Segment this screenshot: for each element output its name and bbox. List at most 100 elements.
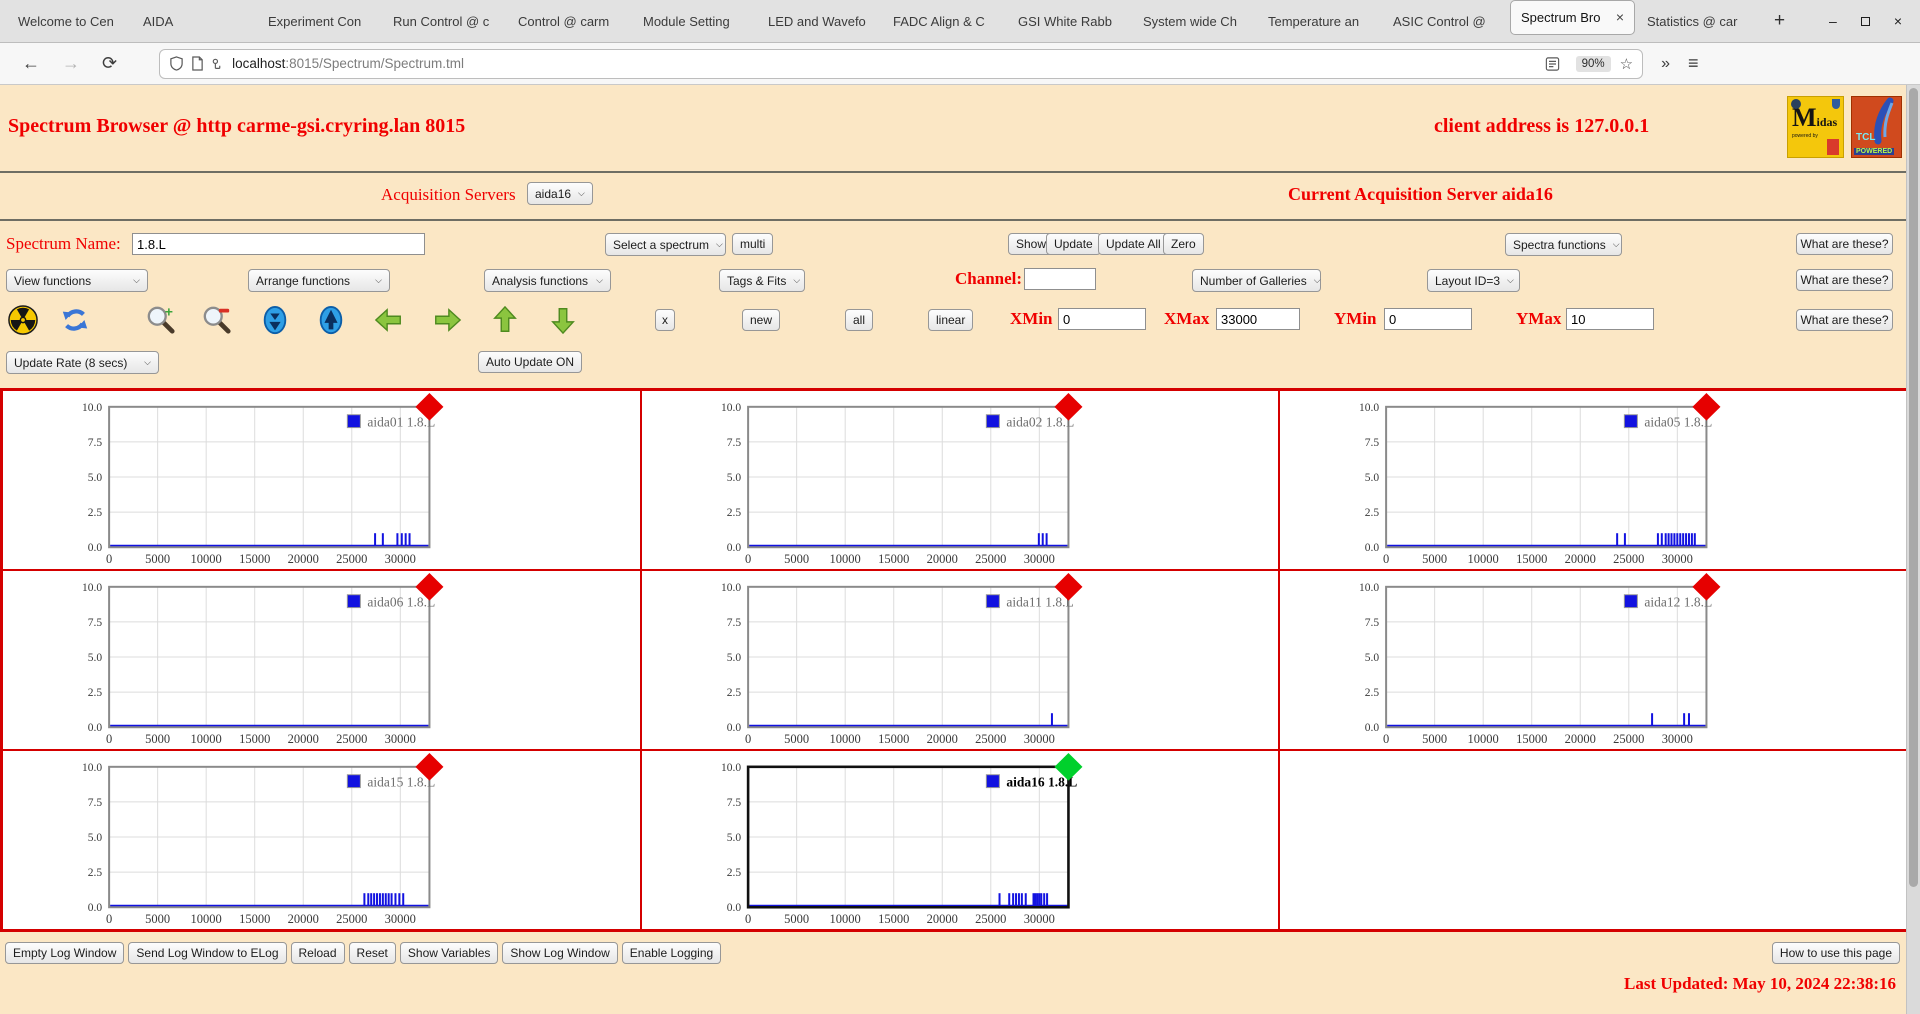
select-spectrum-dropdown[interactable]: Select a spectrum ⌵ bbox=[605, 233, 726, 256]
url-bar[interactable]: localhost:8015/Spectrum/Spectrum.tml 90%… bbox=[159, 48, 1644, 79]
what-are-these-button-1[interactable]: What are these? bbox=[1796, 233, 1893, 255]
zoom-out-icon[interactable] bbox=[202, 305, 232, 335]
browser-tab-12[interactable]: ASIC Control @ bbox=[1383, 0, 1508, 43]
legend-marker bbox=[985, 774, 1000, 789]
acquisition-server-select[interactable]: aida16 ⌵ bbox=[527, 182, 593, 205]
overflow-menu-icon[interactable]: » bbox=[1661, 55, 1670, 73]
svg-text:0: 0 bbox=[745, 732, 751, 746]
footer-button-enable-logging[interactable]: Enable Logging bbox=[621, 942, 722, 964]
tab-label: GSI White Rabb bbox=[1018, 13, 1112, 29]
browser-tab-10[interactable]: System wide Ch bbox=[1133, 0, 1258, 43]
new-tab-button[interactable]: + bbox=[1762, 10, 1797, 32]
xmin-input[interactable] bbox=[1058, 308, 1146, 330]
number-of-galleries-dropdown[interactable]: Number of Galleries ⌵ bbox=[1192, 269, 1321, 292]
linear-button[interactable]: linear bbox=[928, 309, 974, 331]
what-are-these-button-3[interactable]: What are these? bbox=[1796, 309, 1893, 331]
update-all-button[interactable]: Update All bbox=[1098, 233, 1169, 255]
back-icon[interactable]: ← bbox=[22, 53, 40, 74]
browser-tab-1[interactable]: Welcome to Cen bbox=[8, 0, 133, 43]
zoom-in-icon[interactable]: + bbox=[146, 303, 176, 335]
refresh-icon[interactable] bbox=[60, 305, 90, 335]
browser-tab-5[interactable]: Control @ carm bbox=[508, 0, 633, 43]
zoom-level-badge[interactable]: 90% bbox=[1575, 55, 1611, 72]
reload-icon[interactable]: ⟳ bbox=[102, 53, 117, 74]
shield-icon[interactable] bbox=[169, 56, 184, 71]
gallery-cell-aida16[interactable]: 0.0 2.5 5.0 7.5 10.0 0 5000 10000 15000 20000 2500… bbox=[640, 750, 1280, 930]
channel-input[interactable] bbox=[1024, 268, 1096, 290]
zero-button[interactable]: Zero bbox=[1163, 233, 1204, 255]
gallery-cell-aida11[interactable]: 0.0 2.5 5.0 7.5 10.0 0 5000 10000 15000 20000 2500… bbox=[640, 570, 1280, 750]
reader-view-icon[interactable] bbox=[1545, 56, 1560, 71]
close-icon[interactable]: × bbox=[1894, 13, 1902, 29]
gallery-cell-aida05[interactable]: 0.0 2.5 5.0 7.5 10.0 0 5000 10000 15000 20000 2500… bbox=[1279, 390, 1918, 570]
browser-tab-11[interactable]: Temperature an bbox=[1258, 0, 1383, 43]
radiation-icon[interactable] bbox=[8, 305, 38, 335]
gallery-cell-aida15[interactable]: 0.0 2.5 5.0 7.5 10.0 0 5000 10000 15000 20000 2500… bbox=[2, 750, 641, 930]
all-button[interactable]: all bbox=[845, 309, 874, 331]
browser-tab-6[interactable]: Module Setting bbox=[633, 0, 758, 43]
footer-button-reload[interactable]: Reload bbox=[290, 942, 345, 964]
svg-text:15000: 15000 bbox=[239, 732, 270, 746]
gallery-cell-aida06[interactable]: 0.0 2.5 5.0 7.5 10.0 0 5000 10000 15000 20000 2500… bbox=[2, 570, 641, 750]
multi-button[interactable]: multi bbox=[732, 233, 774, 255]
ymax-input[interactable] bbox=[1566, 308, 1654, 330]
view-functions-dropdown[interactable]: View functions ⌵ bbox=[6, 269, 148, 292]
gallery-cell-aida01[interactable]: 0.0 2.5 5.0 7.5 10.0 0 5000 10000 15000 20000 2500… bbox=[2, 390, 641, 570]
arrange-functions-dropdown[interactable]: Arrange functions ⌵ bbox=[248, 269, 390, 292]
analysis-functions-dropdown[interactable]: Analysis functions ⌵ bbox=[484, 269, 611, 292]
update-button[interactable]: Update bbox=[1046, 233, 1101, 255]
svg-text:5.0: 5.0 bbox=[1365, 472, 1380, 484]
browser-tab-3[interactable]: Experiment Con bbox=[258, 0, 383, 43]
page-icon[interactable] bbox=[191, 56, 204, 71]
x-button[interactable]: x bbox=[655, 309, 675, 331]
browser-tab-8[interactable]: FADC Align & C bbox=[883, 0, 1008, 43]
update-rate-dropdown[interactable]: Update Rate (8 secs) ⌵ bbox=[6, 351, 159, 374]
scrollbar-thumb[interactable] bbox=[1909, 88, 1918, 887]
svg-text:0: 0 bbox=[1383, 552, 1389, 566]
what-are-these-button-2[interactable]: What are these? bbox=[1796, 269, 1893, 291]
tags-fits-dropdown[interactable]: Tags & Fits ⌵ bbox=[719, 269, 805, 292]
arrow-down-icon[interactable] bbox=[548, 305, 578, 335]
browser-tab-7[interactable]: LED and Wavefo bbox=[758, 0, 883, 43]
svg-text:+: + bbox=[165, 305, 173, 319]
gallery-cell-aida02[interactable]: 0.0 2.5 5.0 7.5 10.0 0 5000 10000 15000 20000 2500… bbox=[640, 390, 1280, 570]
legend-label: aida11 1.8.L bbox=[1006, 595, 1073, 610]
page-scrollbar[interactable] bbox=[1906, 85, 1920, 1014]
layout-id-dropdown[interactable]: Layout ID=3 ⌵ bbox=[1427, 269, 1520, 292]
spectrum-name-input[interactable] bbox=[132, 233, 425, 255]
footer-button-show-log-window[interactable]: Show Log Window bbox=[502, 942, 618, 964]
auto-update-button[interactable]: Auto Update ON bbox=[478, 351, 583, 373]
browser-tab-9[interactable]: GSI White Rabb bbox=[1008, 0, 1133, 43]
svg-text:25000: 25000 bbox=[975, 732, 1006, 746]
legend-label: aida05 1.8.L bbox=[1645, 415, 1713, 430]
midas-logo-shield bbox=[1832, 99, 1840, 109]
how-to-use-button[interactable]: How to use this page bbox=[1771, 942, 1900, 964]
ymin-input[interactable] bbox=[1384, 308, 1472, 330]
hamburger-menu-icon[interactable]: ≡ bbox=[1688, 53, 1699, 74]
bookmark-star-icon[interactable]: ☆ bbox=[1620, 55, 1633, 73]
spectra-functions-dropdown[interactable]: Spectra functions ⌵ bbox=[1505, 233, 1622, 256]
browser-tab-13[interactable]: Spectrum Bro × bbox=[1510, 0, 1635, 35]
maximize-icon[interactable] bbox=[1860, 16, 1870, 26]
footer-button-show-variables[interactable]: Show Variables bbox=[399, 942, 499, 964]
expand-icon[interactable] bbox=[316, 305, 346, 335]
arrow-right-icon[interactable] bbox=[432, 305, 462, 335]
browser-tab-14[interactable]: Statistics @ car bbox=[1637, 0, 1762, 43]
arrow-up-icon[interactable] bbox=[490, 305, 520, 335]
footer-button-reset[interactable]: Reset bbox=[348, 942, 396, 964]
tab-close-icon[interactable]: × bbox=[1610, 1, 1624, 34]
footer-button-empty-log-window[interactable]: Empty Log Window bbox=[5, 942, 125, 964]
collapse-icon[interactable] bbox=[260, 305, 290, 335]
browser-tab-4[interactable]: Run Control @ c bbox=[383, 0, 508, 43]
site-security-icon[interactable] bbox=[211, 57, 225, 71]
browser-tab-2[interactable]: AIDA bbox=[133, 0, 258, 43]
gallery-cell-aida12[interactable]: 0.0 2.5 5.0 7.5 10.0 0 5000 10000 15000 20000 2500… bbox=[1279, 570, 1918, 750]
new-button[interactable]: new bbox=[742, 309, 781, 331]
svg-text:0.0: 0.0 bbox=[88, 542, 103, 554]
minimize-icon[interactable]: – bbox=[1829, 13, 1837, 29]
xmax-input[interactable] bbox=[1216, 308, 1300, 330]
svg-text:15000: 15000 bbox=[1516, 732, 1547, 746]
arrow-left-icon[interactable] bbox=[374, 305, 404, 335]
footer-button-send-log-window-to-elog[interactable]: Send Log Window to ELog bbox=[128, 942, 287, 964]
svg-text:5.0: 5.0 bbox=[1365, 652, 1380, 664]
